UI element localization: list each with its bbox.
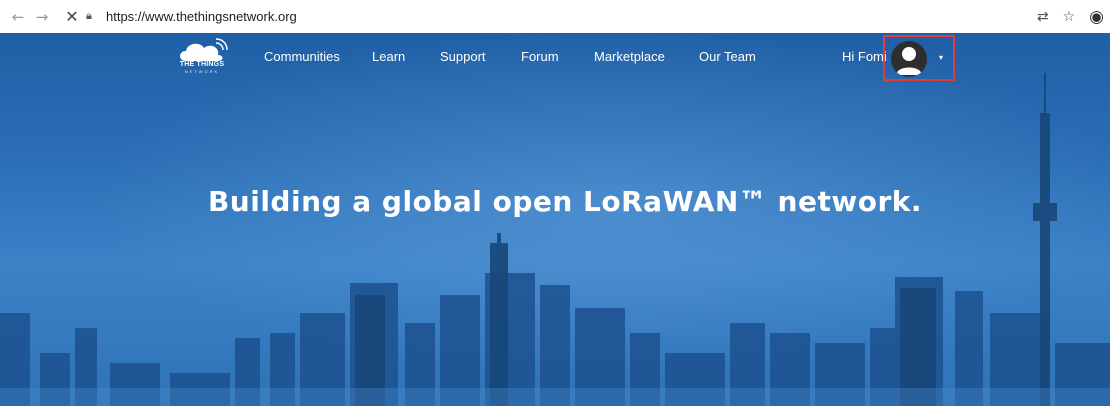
user-avatar-icon — [896, 47, 922, 75]
nav-learn[interactable]: Learn — [372, 49, 405, 64]
logo-text: THE THINGS — [179, 61, 225, 68]
logo-subtext: NETWORK — [184, 69, 220, 74]
browser-toolbar: ← → ✕ 🔒︎ https://www.thethingsnetwork.or… — [0, 0, 1110, 34]
nav-marketplace[interactable]: Marketplace — [594, 49, 665, 64]
site-logo[interactable]: THE THINGS NETWORK — [172, 37, 232, 77]
stop-loading-icon[interactable]: ✕ — [62, 7, 82, 26]
hero-headline: Building a global open LoRaWAN™ network. — [207, 185, 923, 218]
account-icon[interactable]: ◉ — [1089, 7, 1104, 27]
nav-communities[interactable]: Communities — [264, 49, 340, 64]
nav-support[interactable]: Support — [440, 49, 486, 64]
greeting-text: Hi Fomi — [842, 49, 887, 64]
address-bar[interactable]: 🔒︎ https://www.thethingsnetwork.org — [86, 5, 1046, 27]
user-menu-highlight: ▾ — [883, 35, 955, 81]
lock-icon: 🔒︎ — [86, 9, 92, 22]
chevron-down-icon[interactable]: ▾ — [939, 53, 943, 62]
city-skyline-image — [0, 73, 1110, 406]
forward-arrow-icon[interactable]: → — [32, 8, 52, 26]
star-icon[interactable]: ☆ — [1063, 9, 1076, 25]
nav-forum[interactable]: Forum — [521, 49, 559, 64]
url-text[interactable]: https://www.thethingsnetwork.org — [106, 9, 297, 24]
hero-banner: THE THINGS NETWORK Communities Learn Sup… — [0, 33, 1110, 406]
avatar[interactable] — [891, 41, 927, 77]
site-header: THE THINGS NETWORK Communities Learn Sup… — [0, 33, 1110, 81]
nav-our-team[interactable]: Our Team — [699, 49, 756, 64]
translate-icon[interactable]: ⇄ — [1037, 9, 1049, 25]
back-arrow-icon[interactable]: ← — [8, 8, 28, 26]
